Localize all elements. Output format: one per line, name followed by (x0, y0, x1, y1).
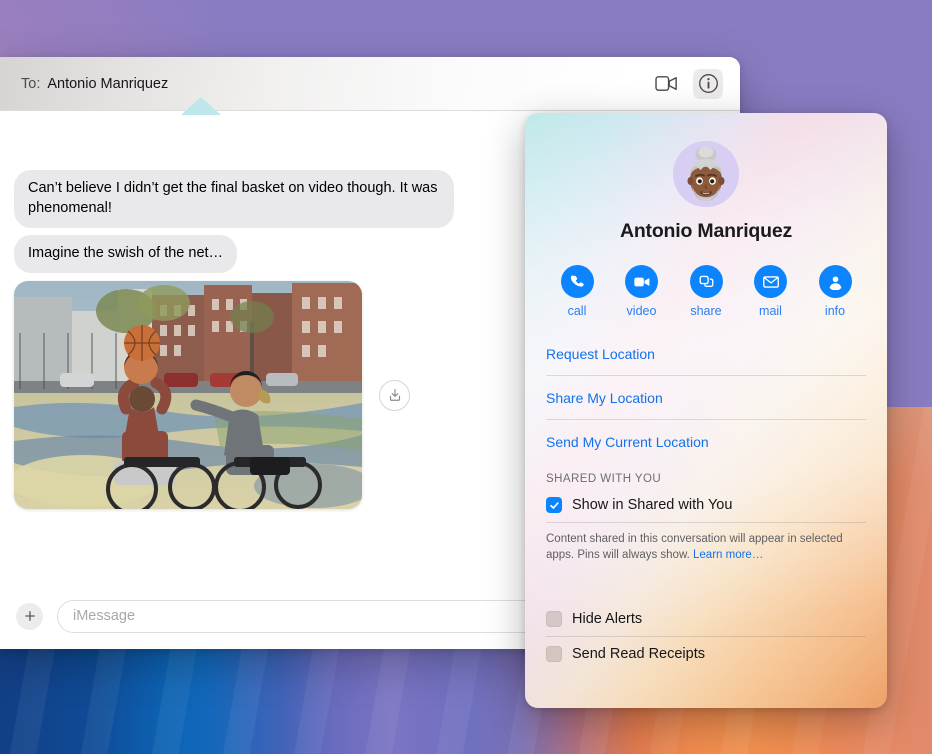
action-share[interactable]: share (679, 265, 733, 318)
share-my-location-link[interactable]: Share My Location (542, 376, 870, 419)
hide-alerts-row[interactable]: Hide Alerts (542, 602, 870, 636)
video-camera-icon[interactable] (653, 71, 679, 97)
action-video-label: video (626, 304, 657, 318)
contact-info-popover: Antonio Manriquez call video share mail … (525, 113, 887, 708)
person-circle-icon (818, 265, 852, 298)
learn-more-link[interactable]: Learn more… (693, 549, 763, 561)
request-location-link[interactable]: Request Location (542, 332, 870, 375)
recipient-name[interactable]: Antonio Manriquez (47, 76, 168, 92)
action-info[interactable]: info (808, 265, 862, 318)
action-video[interactable]: video (615, 265, 669, 318)
checkbox-checked-icon[interactable] (546, 497, 562, 513)
action-info-label: info (824, 304, 846, 318)
recipient-label: To: (21, 75, 41, 92)
video-camera-icon (625, 265, 658, 298)
send-my-current-location-link[interactable]: Send My Current Location (542, 420, 870, 463)
recipient-row: To: Antonio Manriquez (0, 76, 168, 92)
send-read-receipts-label: Send Read Receipts (572, 645, 705, 662)
contact-name: Antonio Manriquez (619, 220, 793, 242)
action-mail-label: mail (759, 304, 782, 318)
send-read-receipts-row[interactable]: Send Read Receipts (542, 637, 870, 671)
action-mail[interactable]: mail (744, 265, 798, 318)
hide-alerts-label: Hide Alerts (572, 610, 643, 627)
shared-with-you-section-label: SHARED WITH YOU (546, 473, 662, 485)
titlebar-actions (653, 68, 740, 99)
message-input-placeholder: iMessage (73, 608, 136, 624)
message-bubble-incoming[interactable]: Can’t believe I didn’t get the final bas… (14, 170, 454, 228)
action-call[interactable]: call (550, 265, 604, 318)
share-windows-icon (689, 265, 723, 298)
show-in-shared-with-you-row[interactable]: Show in Shared with You (542, 488, 870, 522)
download-icon[interactable] (379, 379, 410, 411)
info-circle-icon[interactable] (693, 68, 723, 99)
popover-content: Antonio Manriquez call video share mail … (525, 141, 887, 708)
checkbox-unchecked-icon[interactable] (546, 645, 562, 662)
phone-icon (560, 265, 594, 298)
action-call-label: call (567, 304, 587, 318)
envelope-icon (754, 265, 787, 298)
memoji-avatar[interactable] (673, 141, 739, 207)
show-in-shared-with-you-label: Show in Shared with You (572, 497, 733, 513)
plus-icon[interactable] (16, 602, 43, 630)
message-bubble-incoming[interactable]: Imagine the swish of the net… (14, 234, 238, 274)
quick-actions: call video share mail info (550, 265, 862, 318)
checkbox-unchecked-icon[interactable] (546, 610, 562, 627)
photo-attachment[interactable] (14, 281, 362, 510)
action-share-label: share (690, 304, 722, 318)
window-titlebar: To: Antonio Manriquez (0, 57, 740, 111)
shared-with-you-footnote: Content shared in this conversation will… (542, 523, 870, 564)
